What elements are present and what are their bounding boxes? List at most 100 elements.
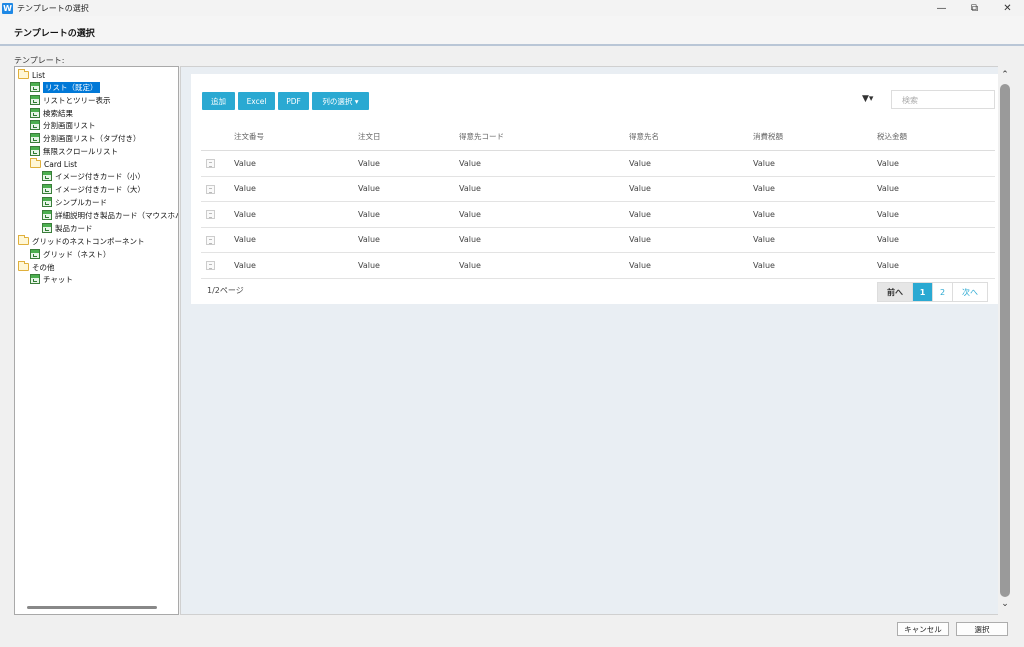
column-header[interactable]: 消費税額 bbox=[753, 123, 783, 150]
tree-item-grid-nest[interactable]: グリッド（ネスト） bbox=[30, 248, 111, 260]
template-page-icon bbox=[42, 184, 52, 194]
template-page-icon bbox=[30, 95, 40, 105]
template-page-icon bbox=[42, 197, 52, 207]
tree-item-simple-card[interactable]: シンプルカード bbox=[42, 196, 107, 208]
column-header[interactable]: 得意先コード bbox=[459, 123, 504, 150]
tree-item-product-card[interactable]: 製品カード bbox=[42, 222, 93, 234]
template-tree[interactable]: List リスト（既定） リストとツリー表示 検索結果 分割画面リスト 分割画面… bbox=[14, 66, 179, 615]
folder-icon bbox=[30, 158, 41, 168]
scrollbar-thumb[interactable] bbox=[1000, 84, 1010, 597]
page-1-button[interactable]: 1 bbox=[913, 283, 933, 301]
template-page-icon bbox=[30, 146, 40, 156]
row-detail-icon[interactable] bbox=[206, 210, 215, 219]
table-cell: Value bbox=[629, 260, 651, 270]
table-cell: Value bbox=[459, 184, 481, 194]
table-cell: Value bbox=[234, 235, 256, 245]
table-cell: Value bbox=[234, 158, 256, 168]
next-page-button[interactable]: 次へ bbox=[953, 283, 987, 301]
table-row[interactable]: Value Value Value Value Value Value bbox=[201, 151, 995, 177]
table-cell: Value bbox=[459, 260, 481, 270]
pagination: 前へ 1 2 次へ bbox=[877, 282, 988, 302]
template-page-icon bbox=[30, 133, 40, 143]
table-row[interactable]: Value Value Value Value Value Value bbox=[201, 228, 995, 253]
template-page-icon bbox=[30, 120, 40, 130]
folder-icon bbox=[18, 69, 29, 79]
column-header[interactable]: 税込金額 bbox=[877, 123, 907, 150]
dialog-title: テンプレートの選択 bbox=[14, 29, 95, 39]
table-cell: Value bbox=[358, 158, 380, 168]
tree-folder-other[interactable]: その他 bbox=[18, 261, 55, 273]
page-2-button[interactable]: 2 bbox=[933, 283, 953, 301]
tree-item-search-results[interactable]: 検索結果 bbox=[30, 107, 73, 119]
scroll-down-icon[interactable]: ⌄ bbox=[998, 597, 1012, 611]
tree-folder-grid-nest[interactable]: グリッドのネストコンポーネント bbox=[18, 235, 145, 247]
tree-folder-card-list[interactable]: Card List bbox=[30, 158, 77, 170]
window-titlebar: W テンプレートの選択 — ⧉ ✕ bbox=[0, 0, 1024, 16]
filter-icon[interactable]: ▼▾ bbox=[862, 94, 873, 104]
tree-item-image-card-large[interactable]: イメージ付きカード（大） bbox=[42, 183, 145, 195]
tree-item-image-card-small[interactable]: イメージ付きカード（小） bbox=[42, 170, 145, 182]
search-input[interactable]: 検索 bbox=[891, 90, 995, 109]
column-header[interactable]: 注文日 bbox=[358, 123, 381, 150]
table-cell: Value bbox=[877, 260, 899, 270]
template-page-icon bbox=[30, 249, 40, 259]
table-cell: Value bbox=[877, 158, 899, 168]
template-page-icon bbox=[30, 82, 40, 92]
column-header[interactable]: 注文番号 bbox=[234, 123, 264, 150]
table-cell: Value bbox=[629, 235, 651, 245]
excel-button[interactable]: Excel bbox=[238, 92, 275, 110]
template-preview: 追加 Excel PDF 列の選択 ▾ ▼▾ 検索 注文番号 注文日 得意先コー… bbox=[180, 66, 1012, 615]
row-detail-icon[interactable] bbox=[206, 235, 215, 245]
tree-folder-list[interactable]: List bbox=[18, 69, 45, 81]
tree-horizontal-scrollbar[interactable] bbox=[27, 606, 157, 609]
page-info: 1/2ページ bbox=[207, 286, 244, 295]
table-cell: Value bbox=[234, 184, 256, 194]
window-controls: — ⧉ ✕ bbox=[925, 0, 1024, 16]
table-cell: Value bbox=[459, 209, 481, 219]
tree-item-chat[interactable]: チャット bbox=[30, 273, 73, 285]
window-title: テンプレートの選択 bbox=[17, 3, 89, 13]
column-header[interactable]: 得意先名 bbox=[629, 123, 659, 150]
table-cell: Value bbox=[358, 260, 380, 270]
row-detail-icon[interactable] bbox=[206, 184, 215, 194]
table-cell: Value bbox=[629, 184, 651, 194]
add-button[interactable]: 追加 bbox=[202, 92, 235, 110]
table-cell: Value bbox=[234, 260, 256, 270]
preview-vertical-scrollbar[interactable]: ⌃ ⌄ bbox=[998, 66, 1012, 615]
scroll-up-icon[interactable]: ⌃ bbox=[998, 68, 1012, 82]
data-grid: 注文番号 注文日 得意先コード 得意先名 消費税額 税込金額 Value Val… bbox=[201, 123, 995, 279]
tree-item-list-tree[interactable]: リストとツリー表示 bbox=[30, 94, 111, 106]
table-cell: Value bbox=[877, 209, 899, 219]
column-select-button[interactable]: 列の選択 ▾ bbox=[312, 92, 369, 110]
grid-header: 注文番号 注文日 得意先コード 得意先名 消費税額 税込金額 bbox=[201, 123, 995, 151]
table-cell: Value bbox=[629, 209, 651, 219]
folder-icon bbox=[18, 235, 29, 245]
pdf-button[interactable]: PDF bbox=[278, 92, 309, 110]
table-cell: Value bbox=[358, 235, 380, 245]
table-cell: Value bbox=[358, 209, 380, 219]
table-cell: Value bbox=[753, 184, 775, 194]
row-detail-icon[interactable] bbox=[206, 261, 215, 270]
tree-item-list-default[interactable]: リスト（既定） bbox=[30, 81, 100, 93]
table-row[interactable]: Value Value Value Value Value Value bbox=[201, 202, 995, 228]
close-button[interactable]: ✕ bbox=[991, 0, 1024, 16]
template-page-icon bbox=[42, 210, 52, 220]
prev-page-button[interactable]: 前へ bbox=[878, 283, 913, 301]
tree-item-split-list[interactable]: 分割画面リスト bbox=[30, 119, 96, 131]
tree-item-infinite-scroll[interactable]: 無限スクロールリスト bbox=[30, 145, 118, 157]
tree-item-split-list-tabs[interactable]: 分割画面リスト（タブ付き） bbox=[30, 132, 141, 144]
row-detail-icon[interactable] bbox=[206, 159, 215, 168]
template-page-icon bbox=[42, 171, 52, 181]
select-button[interactable]: 選択 bbox=[956, 622, 1008, 636]
table-row[interactable]: Value Value Value Value Value Value bbox=[201, 253, 995, 279]
table-cell: Value bbox=[753, 260, 775, 270]
minimize-button[interactable]: — bbox=[925, 0, 958, 16]
table-cell: Value bbox=[753, 209, 775, 219]
tree-item-product-card-detail[interactable]: 詳細説明付き製品カード（マウスホバー bbox=[42, 209, 178, 221]
restore-button[interactable]: ⧉ bbox=[958, 0, 991, 16]
table-cell: Value bbox=[459, 235, 481, 245]
table-cell: Value bbox=[629, 158, 651, 168]
table-cell: Value bbox=[358, 184, 380, 194]
cancel-button[interactable]: キャンセル bbox=[897, 622, 949, 636]
table-row[interactable]: Value Value Value Value Value Value bbox=[201, 177, 995, 202]
